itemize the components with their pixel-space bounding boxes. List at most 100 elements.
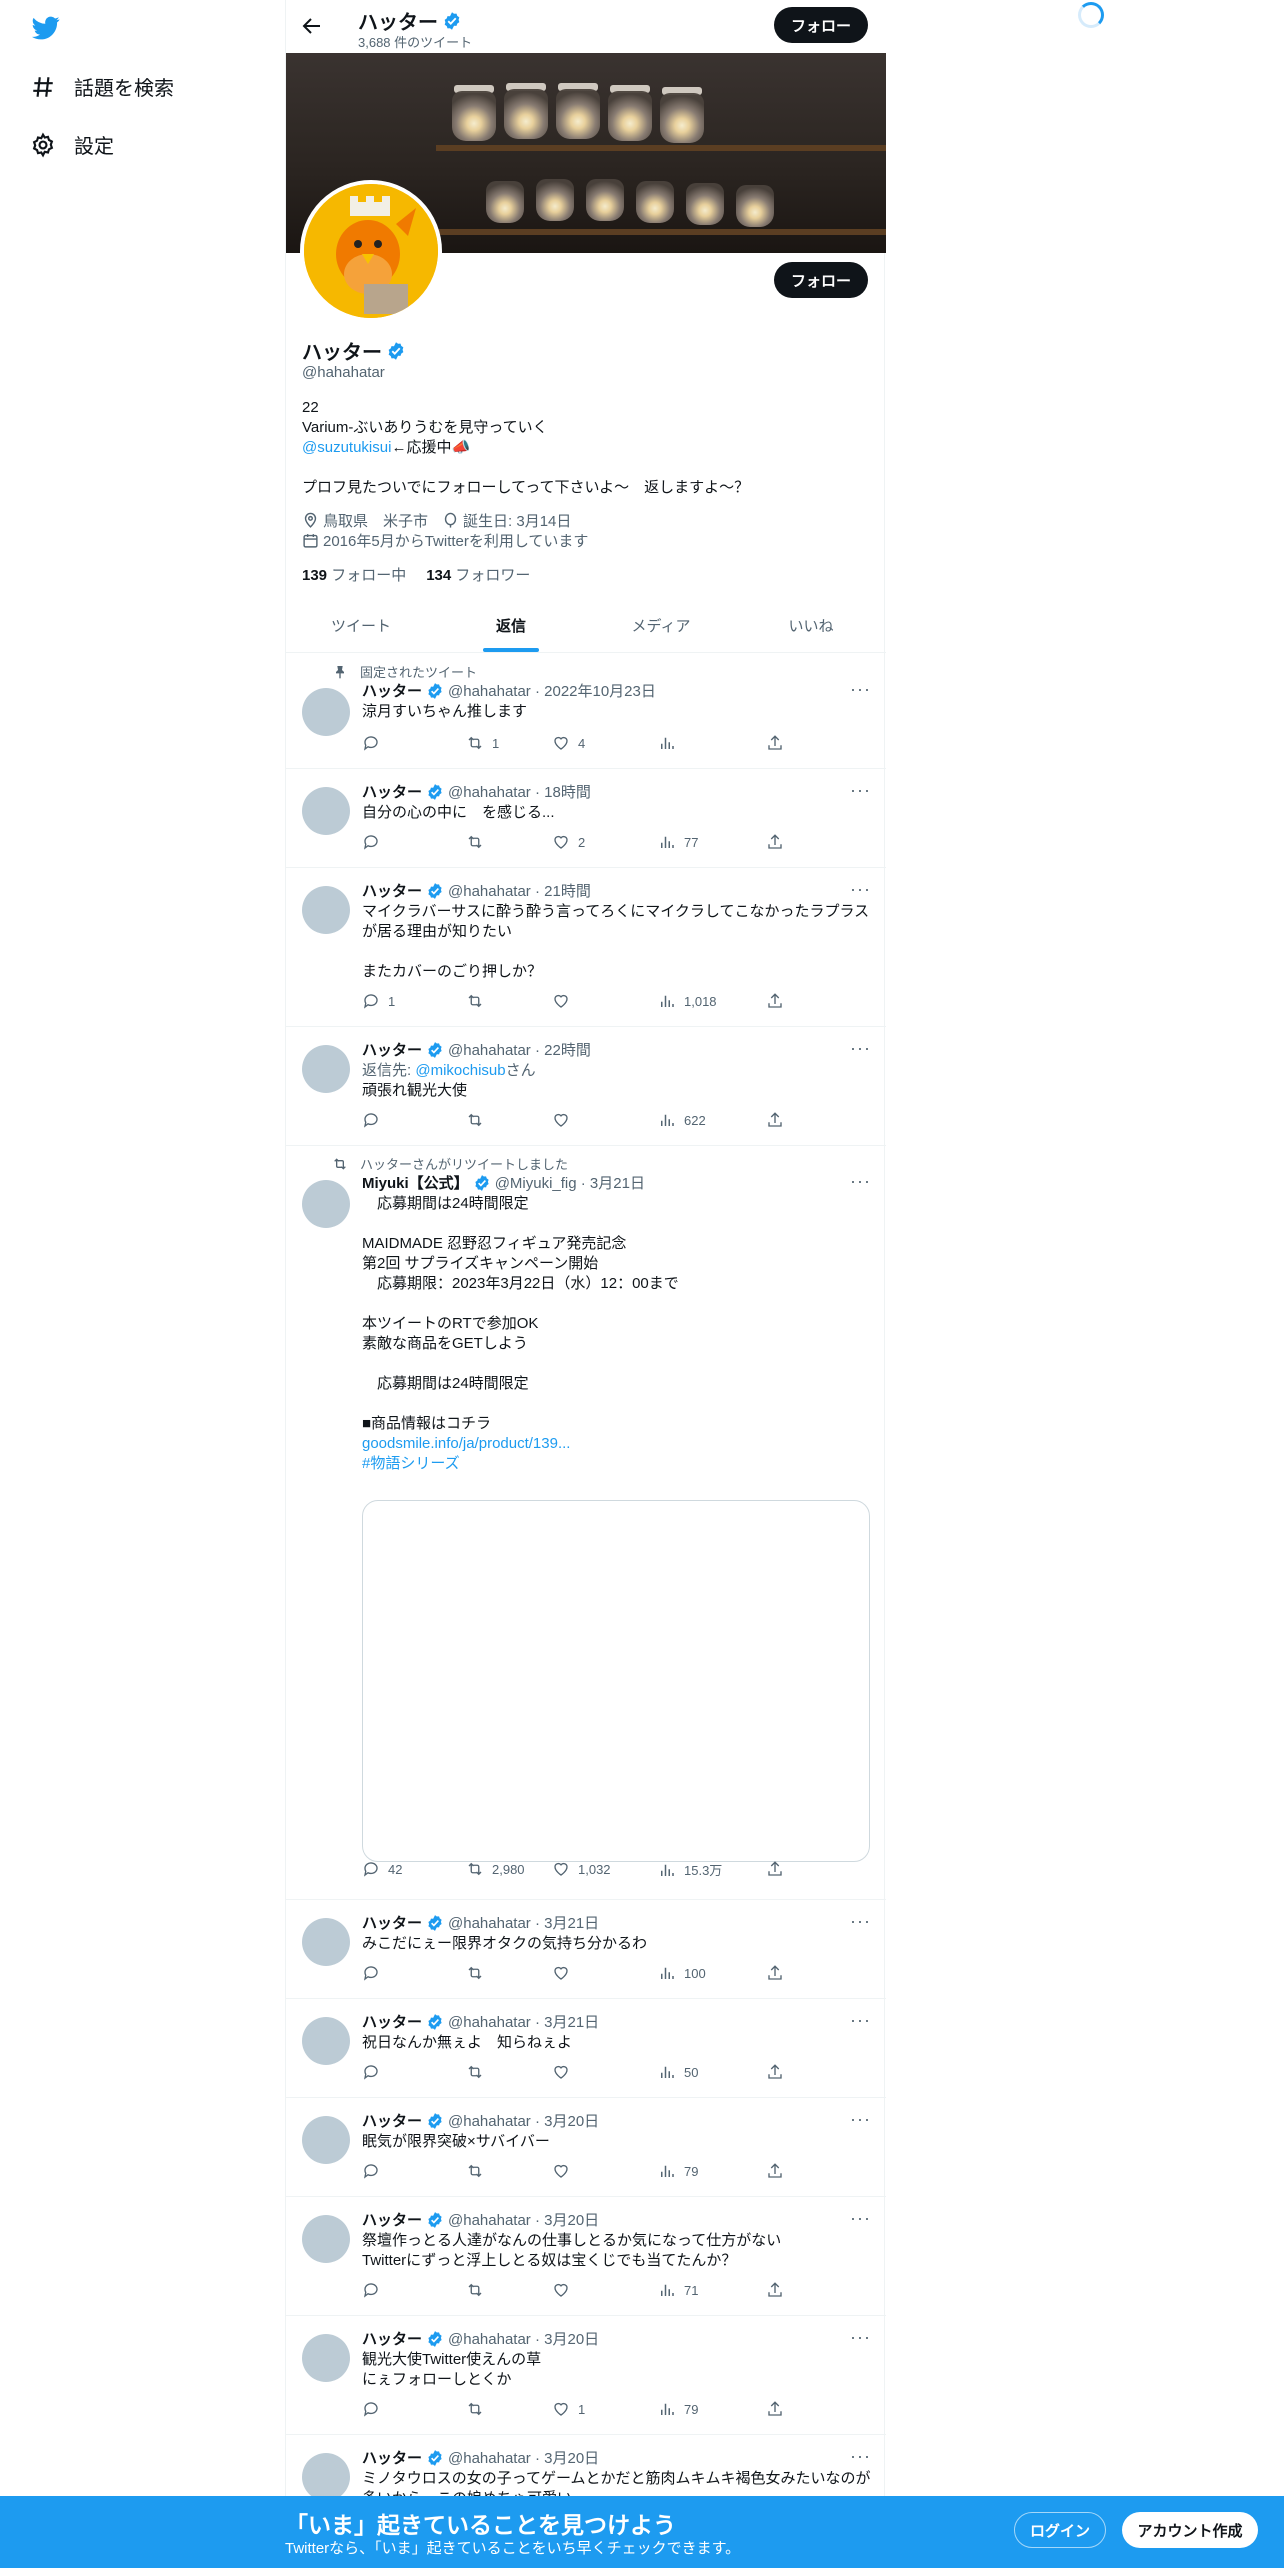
tweet-media-card[interactable] <box>362 1500 870 1862</box>
login-button[interactable]: ログイン <box>1014 2512 1106 2548</box>
reply-button[interactable]: 42 <box>362 1860 402 1878</box>
like-button[interactable] <box>552 1964 578 1982</box>
reply-button[interactable] <box>362 2063 388 2081</box>
tweet-avatar[interactable] <box>302 2334 350 2382</box>
share-button[interactable] <box>766 1964 784 1982</box>
more-options-icon[interactable]: ··· <box>850 2110 870 2134</box>
tweet-avatar[interactable] <box>302 2017 350 2065</box>
tweet-avatar[interactable] <box>302 787 350 835</box>
share-button[interactable] <box>766 2281 784 2299</box>
reply-to-link[interactable]: @mikochisub <box>415 1062 505 1079</box>
tweet-author-name[interactable]: Miyuki【公式】 <box>362 1172 469 1193</box>
more-options-icon[interactable]: ··· <box>850 880 870 904</box>
reply-button[interactable] <box>362 2400 388 2418</box>
views-button[interactable]: 1,018 <box>658 992 717 1010</box>
tab-likes[interactable]: いいね <box>736 600 886 652</box>
like-button[interactable]: 1 <box>552 2400 585 2418</box>
tweet-avatar[interactable] <box>302 688 350 736</box>
more-options-icon[interactable]: ··· <box>850 680 870 704</box>
views-button[interactable]: 77 <box>658 833 698 851</box>
tweet-author-handle[interactable]: @hahahatar · 2022年10月23日 <box>448 680 656 701</box>
back-arrow-icon[interactable] <box>300 14 324 38</box>
tweet-avatar[interactable] <box>302 2215 350 2263</box>
tweet[interactable]: ハッター @hahahatar · 21時間 ··· マイクラバーサスに酔う酔う言って… <box>286 868 886 1027</box>
more-options-icon[interactable]: ··· <box>850 1912 870 1936</box>
share-button[interactable] <box>766 833 784 851</box>
reply-button[interactable] <box>362 734 388 752</box>
more-options-icon[interactable]: ··· <box>850 2328 870 2352</box>
like-button[interactable] <box>552 2162 578 2180</box>
reply-button[interactable]: 1 <box>362 992 395 1010</box>
views-button[interactable]: 50 <box>658 2063 698 2081</box>
share-button[interactable] <box>766 992 784 1010</box>
nav-explore[interactable]: 話題を検索 <box>30 72 174 101</box>
tab-tweets[interactable]: ツイート <box>286 600 436 652</box>
share-button[interactable] <box>766 1860 784 1878</box>
tweet-avatar[interactable] <box>302 2453 350 2501</box>
tweet-author-name[interactable]: ハッター <box>362 2110 422 2131</box>
tab-media[interactable]: メディア <box>586 600 736 652</box>
tweet[interactable]: ハッター @hahahatar · 3月20日 ··· 眠気が限界突破×サバイバー 7… <box>286 2098 886 2197</box>
tweet-hashtag[interactable]: #物語シリーズ <box>362 1455 460 1472</box>
like-button[interactable] <box>552 2063 578 2081</box>
tweet-author-name[interactable]: ハッター <box>362 2209 422 2230</box>
share-button[interactable] <box>766 2400 784 2418</box>
share-button[interactable] <box>766 2162 784 2180</box>
tweet-author-handle[interactable]: @hahahatar · 3月21日 <box>448 2011 599 2032</box>
tweet-author-handle[interactable]: @hahahatar · 3月20日 <box>448 2447 599 2468</box>
more-options-icon[interactable]: ··· <box>850 2209 870 2233</box>
tweet-author-handle[interactable]: @hahahatar · 21時間 <box>448 880 591 901</box>
reply-button[interactable] <box>362 1964 388 1982</box>
profile-follow-button[interactable]: フォロー <box>774 262 868 298</box>
views-button[interactable]: 71 <box>658 2281 698 2299</box>
reply-button[interactable] <box>362 1111 388 1129</box>
tweet-author-handle[interactable]: @hahahatar · 3月20日 <box>448 2110 599 2131</box>
tweet-link[interactable]: goodsmile.info/ja/product/139... <box>362 1435 570 1452</box>
share-button[interactable] <box>766 2063 784 2081</box>
header-follow-button[interactable]: フォロー <box>774 7 868 43</box>
retweet-button[interactable] <box>466 2400 492 2418</box>
tweet[interactable]: ハッター @hahahatar · 3月20日 ··· 祭壇作っとる人達がなんの仕事し… <box>286 2197 886 2316</box>
reply-button[interactable] <box>362 2281 388 2299</box>
tweet-avatar[interactable] <box>302 1180 350 1228</box>
like-button[interactable] <box>552 1111 578 1129</box>
tweet[interactable]: ハッターさんがリツイートしました Miyuki【公式】 @Miyuki_fig · … <box>286 1146 886 1900</box>
retweet-button[interactable] <box>466 2162 492 2180</box>
tweet-author-name[interactable]: ハッター <box>362 880 422 901</box>
retweet-button[interactable] <box>466 833 492 851</box>
retweet-button[interactable] <box>466 2063 492 2081</box>
like-button[interactable]: 1,032 <box>552 1860 611 1878</box>
profile-avatar[interactable] <box>300 180 442 322</box>
tweet-author-handle[interactable]: @hahahatar · 22時間 <box>448 1039 591 1060</box>
retweet-button[interactable]: 2,980 <box>466 1860 525 1878</box>
tweet-avatar[interactable] <box>302 2116 350 2164</box>
reply-button[interactable] <box>362 833 388 851</box>
tweet-author-handle[interactable]: @hahahatar · 3月20日 <box>448 2209 599 2230</box>
views-button[interactable]: 15.3万 <box>658 1860 722 1879</box>
tweet[interactable]: ハッター @hahahatar · 18時間 ··· 自分の心の中に を感じる... … <box>286 769 886 868</box>
tweet[interactable]: ハッター @hahahatar · 3月20日 ··· 観光大使Twitter使えんの… <box>286 2316 886 2435</box>
like-button[interactable]: 2 <box>552 833 585 851</box>
following-link[interactable]: 139 フォロー中 <box>302 564 406 585</box>
more-options-icon[interactable]: ··· <box>850 1172 870 1196</box>
retweet-button[interactable] <box>466 2281 492 2299</box>
share-button[interactable] <box>766 734 784 752</box>
tweet-author-name[interactable]: ハッター <box>362 2328 422 2349</box>
retweet-button[interactable] <box>466 1111 492 1129</box>
more-options-icon[interactable]: ··· <box>850 2447 870 2471</box>
more-options-icon[interactable]: ··· <box>850 781 870 805</box>
reply-button[interactable] <box>362 2162 388 2180</box>
like-button[interactable] <box>552 2281 578 2299</box>
like-button[interactable]: 4 <box>552 734 585 752</box>
retweet-button[interactable] <box>466 992 492 1010</box>
tweet-author-name[interactable]: ハッター <box>362 1039 422 1060</box>
twitter-logo-icon[interactable] <box>30 14 62 42</box>
more-options-icon[interactable]: ··· <box>850 1039 870 1063</box>
like-button[interactable] <box>552 992 578 1010</box>
bio-mention-link[interactable]: @suzutukisui <box>302 439 391 456</box>
tweet-avatar[interactable] <box>302 1918 350 1966</box>
tweet-author-handle[interactable]: @hahahatar · 3月20日 <box>448 2328 599 2349</box>
views-button[interactable]: 622 <box>658 1111 706 1129</box>
tweet-author-name[interactable]: ハッター <box>362 2447 422 2468</box>
views-button[interactable] <box>658 734 684 752</box>
